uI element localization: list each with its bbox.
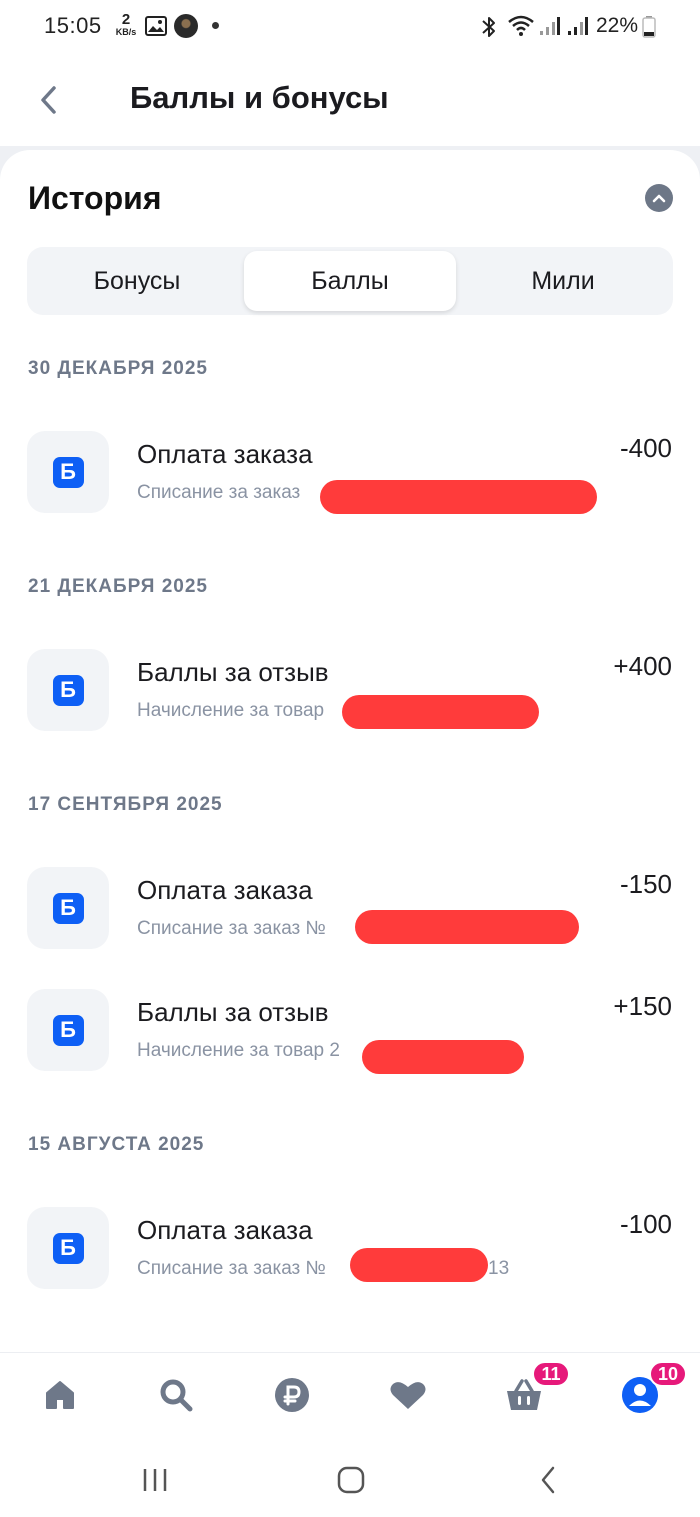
transaction-row[interactable]: Б Оплата заказа Списание за заказ № -150 xyxy=(0,867,700,949)
recent-apps-icon xyxy=(143,1469,167,1491)
transaction-row[interactable]: Б Баллы за отзыв Начисление за товар 2 +… xyxy=(0,989,700,1074)
transaction-amount: -400 xyxy=(619,433,672,463)
nav-profile[interactable]: 10 xyxy=(620,1361,687,1415)
nav-search[interactable] xyxy=(156,1375,196,1415)
redaction-mark xyxy=(350,1248,488,1282)
bluetooth-icon xyxy=(480,15,498,44)
transaction-title: Оплата заказа xyxy=(137,1215,313,1245)
notification-dot-icon xyxy=(212,22,219,29)
nav-payments[interactable] xyxy=(272,1375,312,1415)
points-icon: Б xyxy=(27,431,109,513)
redaction-mark xyxy=(362,1040,524,1074)
transaction-amount: +400 xyxy=(613,651,672,681)
back-arrow-icon xyxy=(541,1466,555,1494)
points-icon: Б xyxy=(27,649,109,731)
transaction-row[interactable]: Б Оплата заказа Списание за заказ -400 xyxy=(0,431,700,514)
date-header: 17 СЕНТЯБРЯ 2025 xyxy=(28,794,223,815)
collapse-button[interactable] xyxy=(645,184,673,212)
status-time: 15:05 xyxy=(44,13,102,38)
notification-avatar-icon xyxy=(174,14,198,38)
history-card xyxy=(0,150,700,1356)
transaction-subtitle: Начисление за товар xyxy=(137,700,325,721)
signal-icon xyxy=(567,16,589,41)
transaction-title: Баллы за отзыв xyxy=(137,657,329,687)
points-badge: Б xyxy=(52,1232,84,1264)
profile-badge: 10 xyxy=(649,1361,687,1387)
history-tabs: Бонусы Баллы Мили xyxy=(27,247,673,315)
system-nav-bar xyxy=(0,1442,700,1517)
transaction-row[interactable]: Б Оплата заказа Списание за заказ № 13 -… xyxy=(0,1207,700,1289)
bottom-nav: 11 10 xyxy=(0,1352,700,1442)
basket-badge: 11 xyxy=(532,1361,570,1387)
transaction-subtitle: Списание за заказ xyxy=(137,482,301,503)
transaction-title: Баллы за отзыв xyxy=(137,997,329,1027)
transaction-subtitle: Списание за заказ № xyxy=(137,1258,326,1279)
transaction-subtitle: Начисление за товар 2 xyxy=(137,1040,340,1061)
transaction-amount: +150 xyxy=(613,991,672,1021)
tab-points[interactable]: Баллы xyxy=(244,251,456,311)
chevron-up-icon xyxy=(652,194,666,203)
network-speed-unit: KB/s xyxy=(115,27,137,37)
points-badge: Б xyxy=(52,456,84,488)
date-header: 21 ДЕКАБРЯ 2025 xyxy=(28,576,208,597)
history-title: История xyxy=(28,180,162,216)
transaction-title: Оплата заказа xyxy=(137,875,313,905)
signal-icon xyxy=(539,16,561,41)
date-header: 15 АВГУСТА 2025 xyxy=(28,1134,205,1155)
home-icon xyxy=(46,1381,74,1409)
redaction-mark xyxy=(320,480,597,514)
app-header: Баллы и бонусы xyxy=(0,56,700,148)
battery-percent: 22% xyxy=(596,14,639,37)
home-system-button[interactable] xyxy=(331,1462,371,1498)
points-icon: Б xyxy=(27,867,109,949)
home-circle-icon xyxy=(337,1466,365,1494)
transaction-subtitle: Списание за заказ № xyxy=(137,918,326,939)
points-badge: Б xyxy=(52,1014,84,1046)
status-bar: 15:05 2 KB/s 22% xyxy=(0,0,700,56)
network-speed-value: 2 xyxy=(121,11,131,28)
redaction-mark xyxy=(355,910,579,944)
transaction-amount: -100 xyxy=(619,1209,672,1239)
battery-icon xyxy=(642,16,656,43)
network-speed: 2 KB/s xyxy=(112,12,140,37)
back-button[interactable] xyxy=(28,80,68,120)
nav-basket[interactable]: 11 xyxy=(504,1361,570,1415)
heart-icon xyxy=(390,1382,426,1409)
transaction-row[interactable]: Б Баллы за отзыв Начисление за товар +40… xyxy=(0,649,700,731)
points-badge: Б xyxy=(52,892,84,924)
date-header: 30 ДЕКАБРЯ 2025 xyxy=(28,358,208,379)
points-badge: Б xyxy=(52,674,84,706)
transaction-title: Оплата заказа xyxy=(137,439,313,469)
chevron-left-icon xyxy=(41,86,56,114)
nav-favorites[interactable] xyxy=(388,1375,428,1415)
back-system-button[interactable] xyxy=(528,1462,568,1498)
tab-miles[interactable]: Мили xyxy=(457,251,669,311)
search-icon xyxy=(160,1379,193,1412)
recent-apps-button[interactable] xyxy=(135,1462,175,1498)
redaction-mark xyxy=(342,695,539,729)
transaction-amount: -150 xyxy=(619,869,672,899)
transaction-subtitle-tail: 13 xyxy=(488,1258,510,1279)
ruble-icon xyxy=(275,1378,309,1412)
gallery-icon xyxy=(145,16,167,41)
nav-home[interactable] xyxy=(40,1375,80,1415)
page-title: Баллы и бонусы xyxy=(130,80,389,115)
wifi-icon xyxy=(507,15,535,42)
points-icon: Б xyxy=(27,1207,109,1289)
tab-bonuses[interactable]: Бонусы xyxy=(31,251,243,311)
points-icon: Б xyxy=(27,989,109,1071)
